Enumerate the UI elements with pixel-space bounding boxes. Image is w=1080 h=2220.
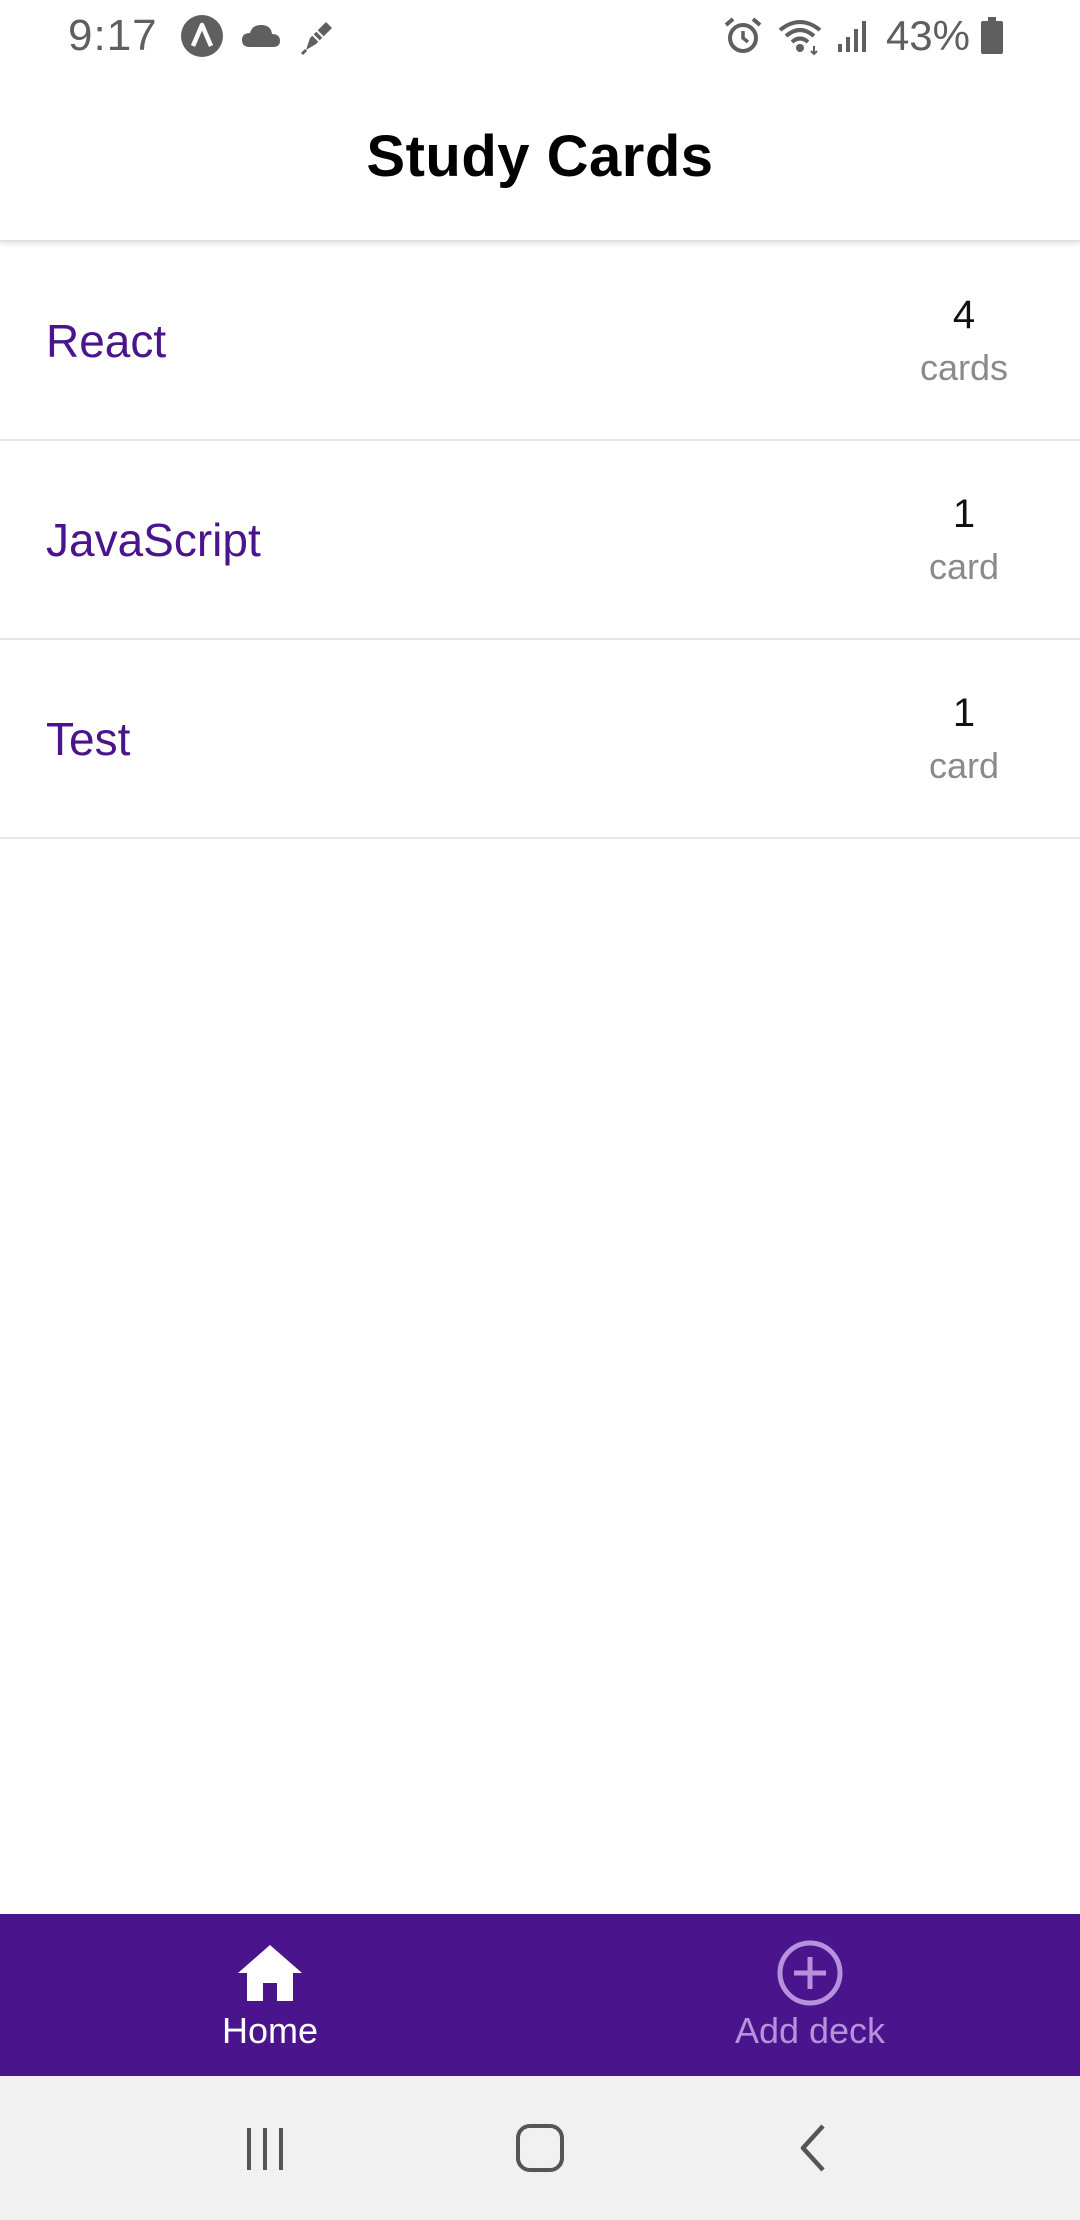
- deck-name: React: [46, 314, 167, 367]
- deck-count-unit: cards: [919, 346, 1009, 388]
- deck-card-count: 1 card: [894, 487, 1034, 593]
- deck-card-count: 1 card: [894, 686, 1034, 792]
- android-auto-icon: [180, 14, 224, 58]
- app-header: Study Cards: [0, 72, 1080, 242]
- bottom-tab-bar: Home Add deck: [0, 1914, 1080, 2076]
- add-circle-icon: [776, 1938, 844, 2008]
- deck-name: Test: [46, 712, 131, 765]
- tab-add-deck[interactable]: Add deck: [540, 1914, 1080, 2076]
- deck-count-number: 1: [952, 491, 976, 536]
- deck-count-number: 1: [952, 690, 976, 735]
- status-right: 43%: [722, 12, 1016, 60]
- deck-count-number: 4: [952, 292, 976, 337]
- tab-home-label: Home: [221, 2010, 319, 2051]
- system-nav-bar: [0, 2076, 1080, 2220]
- deck-row[interactable]: JavaScript 1 card: [0, 441, 1080, 640]
- deck-row[interactable]: React 4 cards: [0, 242, 1080, 441]
- status-time: 9:17: [68, 11, 158, 60]
- battery-percent: 43%: [885, 12, 970, 59]
- status-bar: 9:17 43%: [0, 0, 1080, 72]
- notification-pen-icon: [298, 16, 338, 56]
- tab-add-deck-label: Add deck: [734, 2010, 886, 2051]
- deck-count-unit: card: [928, 545, 1000, 587]
- home-icon: [236, 1938, 304, 2008]
- page-title: Study Cards: [366, 123, 714, 189]
- tab-home[interactable]: Home: [0, 1914, 540, 2076]
- status-left: 9:17: [68, 11, 354, 61]
- battery-icon: [980, 17, 1004, 55]
- wifi-icon: [776, 16, 824, 56]
- deck-count-unit: card: [928, 744, 1000, 786]
- deck-row[interactable]: Test 1 card: [0, 640, 1080, 839]
- signal-icon: [836, 18, 870, 54]
- deck-card-count: 4 cards: [894, 288, 1034, 394]
- home-button-icon[interactable]: [480, 2088, 600, 2208]
- alarm-icon: [722, 15, 764, 57]
- app-screen: 9:17 43% Study Cards React 4 cards JavaS…: [0, 0, 1080, 2220]
- recents-icon[interactable]: [207, 2088, 327, 2208]
- deck-name: JavaScript: [46, 513, 261, 566]
- cloud-icon: [240, 21, 282, 51]
- deck-list: React 4 cards JavaScript 1 card Test 1 c…: [0, 242, 1080, 839]
- back-icon[interactable]: [753, 2088, 873, 2208]
